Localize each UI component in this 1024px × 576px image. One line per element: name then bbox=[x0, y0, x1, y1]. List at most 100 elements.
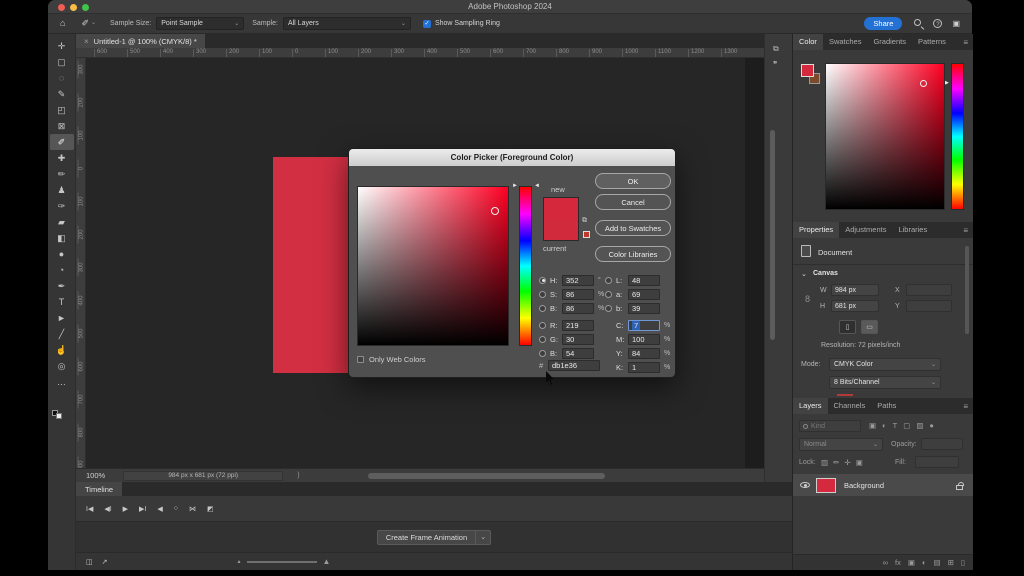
tab-swatches[interactable]: Swatches bbox=[823, 34, 868, 50]
timeline-zoom-slider[interactable]: ▴ ▲ bbox=[238, 557, 331, 566]
sample-select[interactable]: All Layers ⌄ bbox=[283, 17, 411, 30]
hue-slider-arrow-left[interactable]: ► bbox=[512, 183, 518, 189]
clone-stamp-tool[interactable]: ♟ bbox=[50, 182, 74, 198]
tab-gradients[interactable]: Gradients bbox=[867, 34, 912, 50]
create-frame-animation-button[interactable]: Create Frame Animation bbox=[377, 530, 476, 545]
blend-mode-select[interactable]: Normal ⌄ bbox=[799, 438, 883, 451]
tab-adjustments[interactable]: Adjustments bbox=[839, 222, 892, 238]
filter-toggle-icon[interactable]: ● bbox=[929, 421, 934, 430]
share-button[interactable]: Share bbox=[864, 17, 902, 30]
spot-healing-tool[interactable]: ✚ bbox=[50, 150, 74, 166]
lab-a-field[interactable]: 69 bbox=[628, 289, 660, 300]
tab-paths[interactable]: Paths bbox=[871, 398, 902, 414]
new-layer-icon[interactable]: ⊞ bbox=[948, 558, 954, 567]
tab-color[interactable]: Color bbox=[793, 34, 823, 50]
first-frame-icon[interactable]: I◀ bbox=[86, 505, 93, 513]
zoom-out-icon[interactable]: ▴ bbox=[238, 558, 241, 565]
lab-l-field[interactable]: 48 bbox=[628, 275, 660, 286]
blue-radio[interactable] bbox=[539, 350, 546, 357]
bit-depth-select[interactable]: 8 Bits/Channel ⌄ bbox=[829, 376, 941, 389]
current-color-swatch[interactable] bbox=[544, 219, 578, 240]
panel-menu-icon[interactable]: ≡ bbox=[963, 38, 968, 47]
home-icon[interactable]: ⌂ bbox=[60, 19, 65, 28]
previous-frame-icon[interactable]: ◀I bbox=[104, 505, 111, 513]
crop-tool[interactable]: ◰ bbox=[50, 102, 74, 118]
flatten-frames-icon[interactable]: ↗ bbox=[102, 558, 108, 566]
saturation-radio[interactable] bbox=[539, 291, 546, 298]
cyan-field[interactable]: 7 bbox=[628, 320, 660, 331]
dodge-tool[interactable]: ◔ bbox=[50, 262, 74, 278]
color-mode-select[interactable]: CMYK Color ⌄ bbox=[829, 358, 941, 371]
x-field[interactable] bbox=[906, 284, 952, 296]
play-icon[interactable]: ▶ bbox=[123, 505, 128, 513]
brightness-field[interactable]: 86 bbox=[562, 303, 594, 314]
panel-fg-bg-swatches[interactable] bbox=[801, 64, 825, 88]
tween-icon[interactable]: ⋈ bbox=[189, 505, 196, 513]
close-tab-icon[interactable]: × bbox=[84, 37, 89, 46]
panel-menu-icon[interactable]: ≡ bbox=[963, 402, 968, 411]
layer-filter-search[interactable]: Kind bbox=[799, 420, 861, 432]
search-icon[interactable] bbox=[914, 19, 923, 28]
magenta-field[interactable]: 100 bbox=[628, 334, 660, 345]
ok-button[interactable]: OK bbox=[595, 173, 671, 189]
panel-menu-icon[interactable]: ≡ bbox=[963, 226, 968, 235]
horizontal-scrollbar[interactable] bbox=[368, 473, 605, 479]
object-selection-tool[interactable]: ✎ bbox=[50, 86, 74, 102]
red-radio[interactable] bbox=[539, 322, 546, 329]
lock-pixels-icon[interactable]: ✏ bbox=[833, 458, 839, 467]
chevron-down-icon[interactable]: ⌄ bbox=[91, 19, 96, 28]
dialog-title[interactable]: Color Picker (Foreground Color) bbox=[349, 149, 675, 166]
filter-pixel-layers-icon[interactable]: ▣ bbox=[869, 421, 876, 430]
document-tab[interactable]: × Untitled-1 @ 100% (CMYK/8) * bbox=[76, 34, 205, 48]
y-field[interactable] bbox=[906, 300, 952, 312]
lab-a-radio[interactable] bbox=[605, 291, 612, 298]
only-web-colors-checkbox[interactable] bbox=[357, 356, 364, 363]
rectangular-marquee-tool[interactable]: ▢ bbox=[50, 54, 74, 70]
eyedropper-tool[interactable]: ✐ bbox=[50, 134, 74, 150]
eyedropper-preset-icon[interactable]: ✐ bbox=[81, 19, 89, 28]
filter-adjustment-layers-icon[interactable]: ◐ bbox=[882, 421, 887, 430]
comments-icon[interactable]: ❞ bbox=[773, 60, 777, 69]
picker-color-marker[interactable] bbox=[491, 207, 499, 215]
lasso-tool[interactable]: ◌ bbox=[50, 70, 74, 86]
brush-tool[interactable]: ✏ bbox=[50, 166, 74, 182]
link-dimensions-icon[interactable]: 8 bbox=[805, 294, 810, 304]
layer-row-background[interactable]: Background bbox=[793, 474, 973, 496]
hue-radio[interactable] bbox=[539, 277, 546, 284]
hue-slider[interactable] bbox=[951, 63, 964, 210]
green-field[interactable]: 30 bbox=[562, 334, 594, 345]
saturation-field[interactable]: 86 bbox=[562, 289, 594, 300]
portrait-orientation-button[interactable]: ▯ bbox=[839, 320, 856, 334]
zoom-tool[interactable]: ◎ bbox=[50, 358, 74, 374]
properties-scrollbar[interactable] bbox=[965, 246, 969, 334]
cancel-button[interactable]: Cancel bbox=[595, 194, 671, 210]
link-layers-icon[interactable]: ∞ bbox=[883, 558, 888, 567]
chevron-down-icon[interactable]: ⌄ bbox=[476, 530, 491, 545]
width-field[interactable]: 984 px bbox=[831, 284, 879, 296]
duplicate-frame-icon[interactable]: ◩ bbox=[207, 505, 214, 513]
hue-field[interactable]: 352 bbox=[562, 275, 594, 286]
version-history-icon[interactable]: ⧉ bbox=[773, 44, 779, 54]
landscape-orientation-button[interactable]: ▭ bbox=[861, 320, 878, 334]
audio-icon[interactable]: ◀ bbox=[157, 505, 162, 513]
tab-channels[interactable]: Channels bbox=[828, 398, 872, 414]
lab-b-field[interactable]: 39 bbox=[628, 303, 660, 314]
lock-artboard-icon[interactable]: ▣ bbox=[856, 458, 863, 467]
status-popup-icon[interactable]: ) bbox=[297, 472, 299, 479]
layer-thumbnail[interactable] bbox=[816, 478, 836, 493]
history-brush-tool[interactable]: ✑ bbox=[50, 198, 74, 214]
layer-visibility-eye-icon[interactable] bbox=[800, 482, 810, 488]
chevron-down-icon[interactable]: ⌄ bbox=[801, 270, 807, 278]
zoom-level-field[interactable]: 100% bbox=[86, 471, 105, 480]
next-frame-icon[interactable]: ▶I bbox=[139, 505, 146, 513]
slider-track[interactable] bbox=[247, 561, 317, 563]
lock-position-icon[interactable]: ✛ bbox=[844, 458, 850, 467]
blue-field[interactable]: 54 bbox=[562, 348, 594, 359]
path-selection-tool[interactable]: ► bbox=[50, 310, 74, 326]
tab-properties[interactable]: Properties bbox=[793, 222, 839, 238]
pen-tool[interactable]: ✒ bbox=[50, 278, 74, 294]
height-field[interactable]: 681 px bbox=[831, 300, 879, 312]
yellow-field[interactable]: 84 bbox=[628, 348, 660, 359]
color-libraries-button[interactable]: Color Libraries bbox=[595, 246, 671, 262]
hand-tool[interactable]: ☝ bbox=[50, 342, 74, 358]
